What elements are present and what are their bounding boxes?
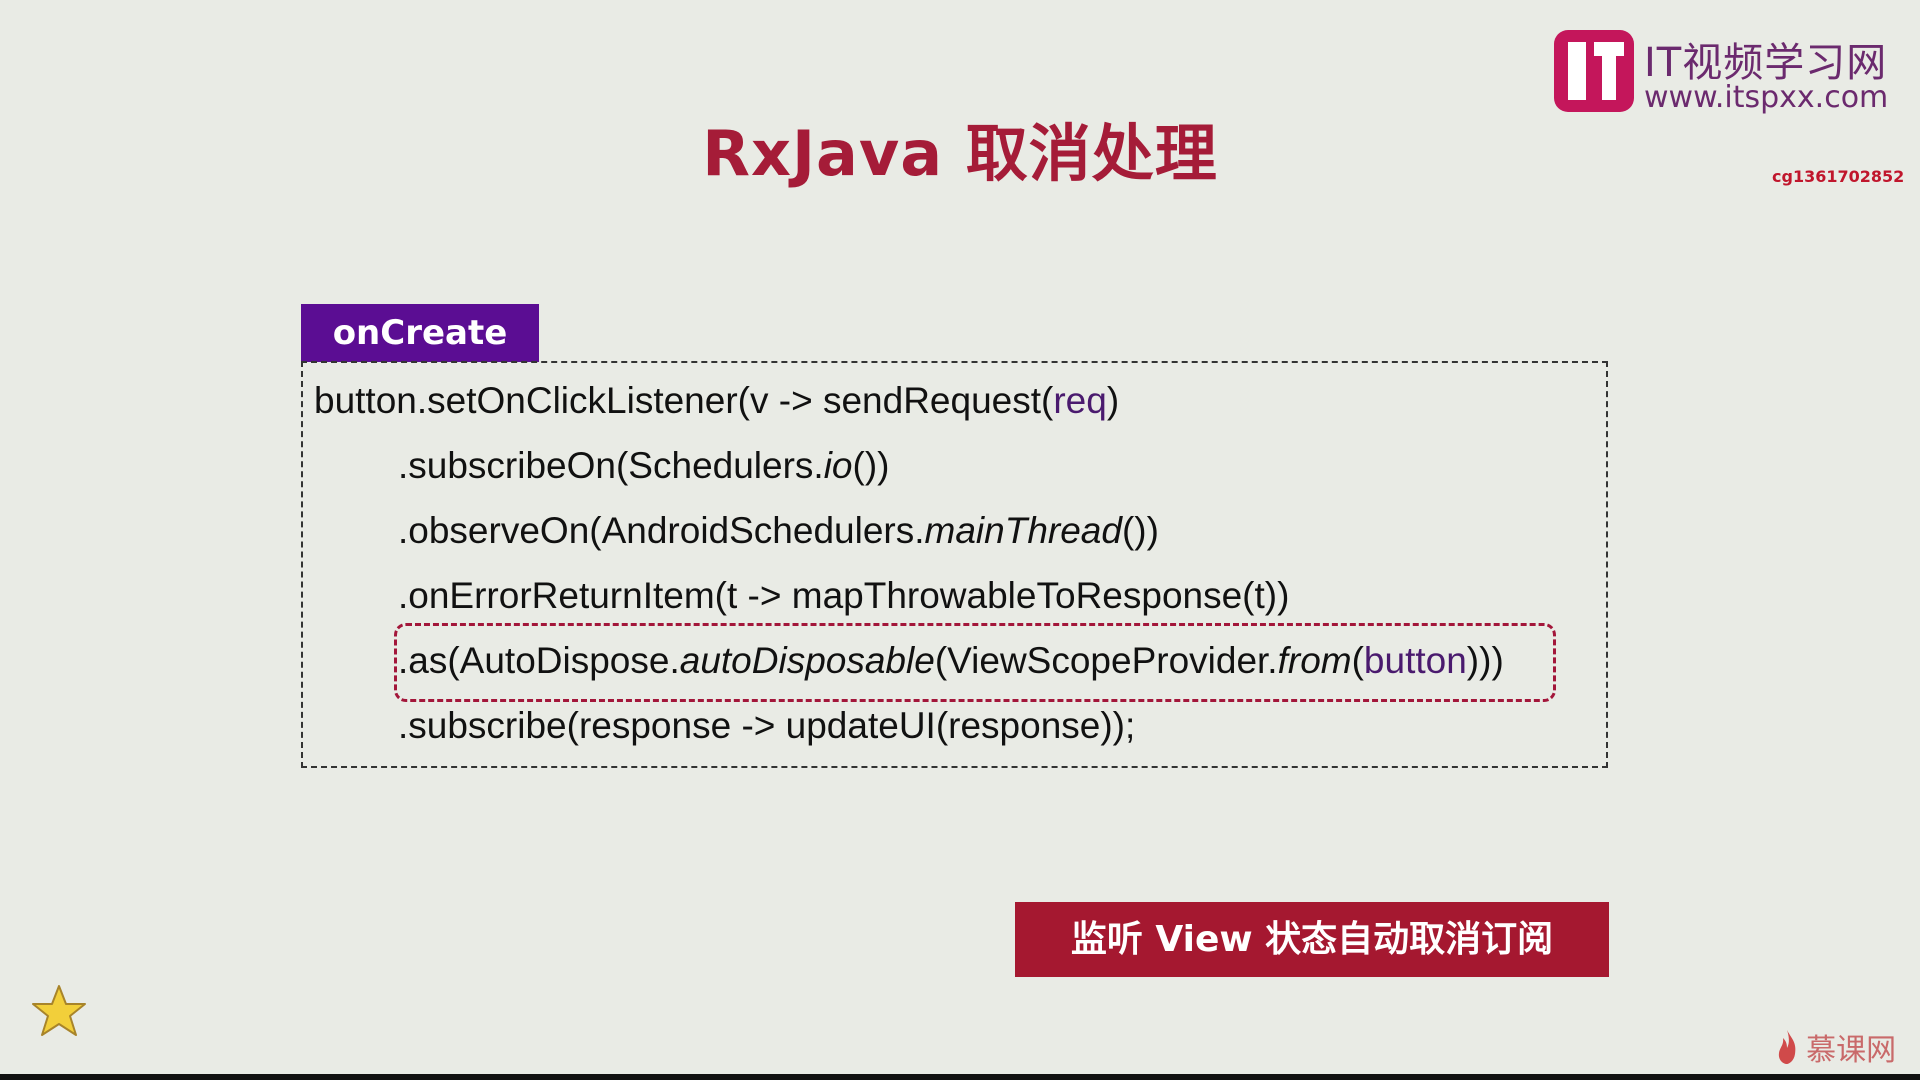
code-line-6: .subscribe(response -> updateUI(response… [398,705,1136,746]
code-line-5: .as(AutoDispose.autoDisposable(ViewScope… [398,640,1504,681]
code-line-4: .onErrorReturnItem(t -> mapThrowableToRe… [398,575,1290,616]
star-icon [32,985,86,1036]
imooc-brand-text: 慕课网 [1806,1033,1897,1068]
imooc-brand: 慕课网 [1775,1025,1896,1069]
code-line-3: .observeOn(AndroidSchedulers.mainThread(… [398,510,1159,551]
note-banner: 监听 View 状态自动取消订阅 [1015,902,1609,977]
slide: RxJava 取消处理 IT视频学习网 www.itspxx.com cg136… [0,0,1920,1074]
flame-icon [1778,1030,1796,1064]
itspxx-logo-icon [1554,30,1634,112]
bottom-bar [0,1074,1920,1080]
code-line-2: .subscribeOn(Schedulers.io()) [398,445,890,486]
logo-site-url: www.itspxx.com [1644,80,1889,115]
site-logo: IT视频学习网 www.itspxx.com [1554,30,1904,116]
watermark-id: cg1361702852 [1772,167,1905,186]
code-line-1: button.setOnClickListener(v -> sendReque… [314,380,1120,421]
oncreate-tag: onCreate [301,304,539,362]
slide-title: RxJava 取消处理 [702,117,1218,190]
